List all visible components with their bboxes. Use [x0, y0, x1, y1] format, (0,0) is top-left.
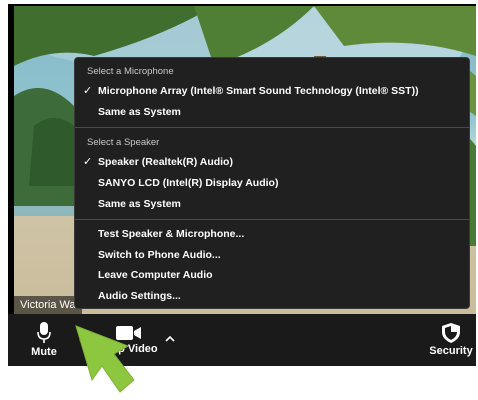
- mute-button[interactable]: Mute: [26, 314, 62, 366]
- menu-divider: [75, 219, 469, 220]
- video-options-chevron-button[interactable]: [160, 328, 180, 348]
- menu-item-mic-same-as-system[interactable]: Same as System: [98, 106, 181, 118]
- menu-item-audio-settings[interactable]: Audio Settings...: [98, 290, 181, 302]
- pointer-arrow-icon: [75, 325, 135, 393]
- menu-item-switch-to-phone-audio[interactable]: Switch to Phone Audio...: [98, 249, 221, 261]
- mic-section-title: Select a Microphone: [87, 66, 174, 77]
- microphone-icon: [37, 322, 51, 343]
- speaker-section-title: Select a Speaker: [87, 137, 160, 148]
- menu-item-test-speaker-microphone[interactable]: Test Speaker & Microphone...: [98, 228, 244, 240]
- menu-item-speaker-same-as-system[interactable]: Same as System: [98, 198, 181, 210]
- check-icon: ✓: [83, 156, 93, 168]
- menu-divider: [75, 127, 469, 128]
- shield-icon: [442, 323, 460, 343]
- menu-item-microphone-array[interactable]: Microphone Array (Intel® Smart Sound Tec…: [98, 85, 419, 97]
- menu-item-leave-computer-audio[interactable]: Leave Computer Audio: [98, 269, 213, 281]
- security-button[interactable]: Security: [428, 314, 474, 366]
- participant-name-tag: Victoria Wa: [14, 296, 82, 314]
- chevron-up-icon: [165, 335, 175, 342]
- check-icon: ✓: [83, 85, 93, 97]
- audio-options-menu: Select a Microphone ✓ Microphone Array (…: [74, 57, 470, 309]
- menu-item-speaker-realtek[interactable]: Speaker (Realtek(R) Audio): [98, 156, 233, 168]
- security-label: Security: [429, 345, 473, 357]
- menu-item-sanyo-lcd[interactable]: SANYO LCD (Intel(R) Display Audio): [98, 177, 278, 189]
- mute-label: Mute: [31, 346, 57, 358]
